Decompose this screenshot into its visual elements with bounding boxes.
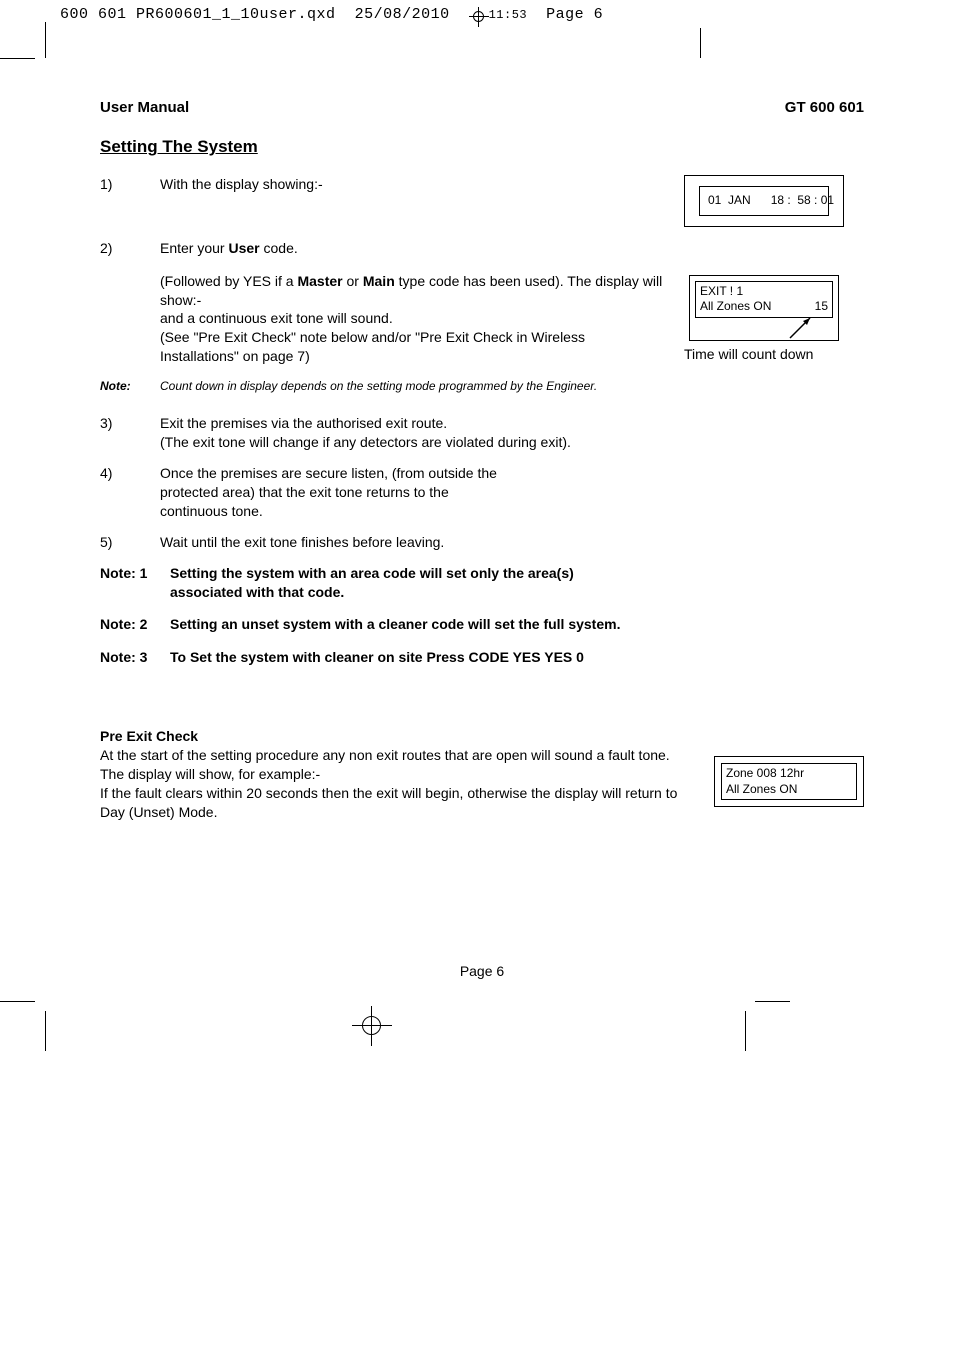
lcd-display: 01 JAN 18 : 58 : 01 [684, 175, 844, 227]
step-number: 3) [100, 414, 160, 433]
lcd-line: Zone 008 12hr [726, 766, 852, 782]
note-number: Note: 2 [100, 615, 170, 634]
arrow-icon [786, 316, 816, 342]
step-text: Once the premises are secure listen, (fr… [160, 464, 520, 521]
slug-time: 11:53 [489, 8, 528, 22]
step-text: Exit the premises via the authorised exi… [160, 414, 864, 452]
lcd-countdown: 15 [815, 299, 828, 315]
lcd-display: EXIT ! 1 All Zones ON 15 [689, 275, 839, 341]
crop-marks-bottom [0, 1001, 954, 1061]
step-text: Enter your User code. (Followed by YES i… [160, 239, 684, 366]
step-number: 2) [100, 239, 160, 258]
header-right: GT 600 601 [785, 98, 864, 118]
slug-file: 600 601 PR600601_1_10user.qxd [60, 6, 336, 23]
step-number: 4) [100, 464, 160, 483]
note-text: To Set the system with cleaner on site P… [170, 648, 864, 667]
subsection-heading: Pre Exit Check [100, 727, 864, 746]
step-text: With the display showing:- [160, 175, 684, 194]
lcd-line: EXIT ! 1 [700, 284, 828, 300]
note-number: Note: 1 [100, 564, 170, 583]
note-text: Count down in display depends on the set… [160, 378, 597, 394]
lcd-caption: Time will count down [684, 345, 864, 364]
registration-mark-icon [469, 7, 489, 27]
print-slug: 600 601 PR600601_1_10user.qxd 25/08/2010… [0, 0, 954, 28]
section-title: Setting The System [100, 136, 864, 159]
step-number: 5) [100, 533, 160, 552]
crop-marks-top [0, 28, 954, 58]
note: Note: Count down in display depends on t… [100, 378, 864, 394]
slug-date: 25/08/2010 [355, 6, 450, 23]
note-label: Note: [100, 378, 160, 394]
lcd-line: 01 JAN 18 : 58 : 01 [699, 186, 829, 216]
note-text: Setting the system with an area code wil… [170, 564, 610, 602]
lcd-line: All Zones ON [700, 299, 771, 315]
note-number: Note: 3 [100, 648, 170, 667]
page-header: User Manual GT 600 601 [100, 98, 864, 118]
lcd-display: Zone 008 12hr All Zones ON [714, 756, 864, 807]
slug-page: Page 6 [546, 6, 603, 23]
registration-mark-icon [352, 1006, 392, 1051]
header-left: User Manual [100, 98, 189, 118]
paragraph: At the start of the setting procedure an… [100, 746, 694, 822]
lcd-line: All Zones ON [726, 782, 852, 798]
step-number: 1) [100, 175, 160, 194]
page-number: Page 6 [100, 962, 864, 981]
step-text: Wait until the exit tone finishes before… [160, 533, 864, 552]
note-text: Setting an unset system with a cleaner c… [170, 615, 864, 634]
